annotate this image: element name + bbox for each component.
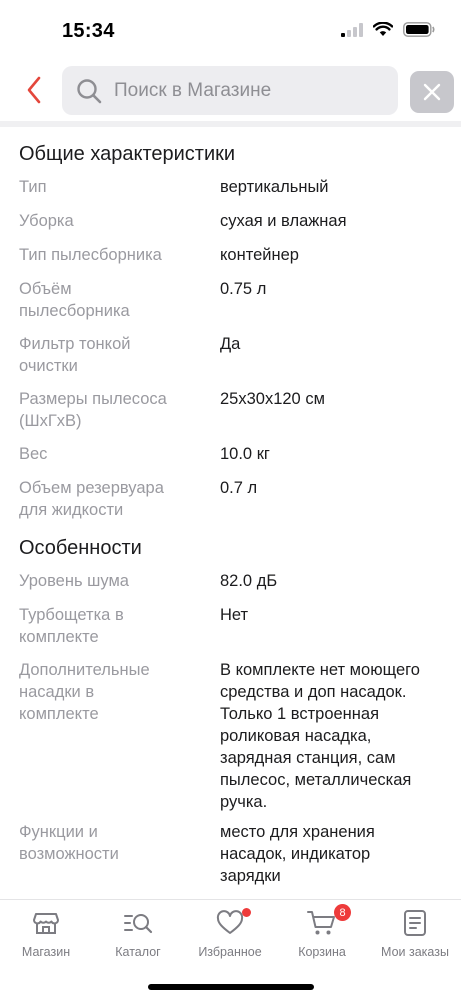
store-icon (31, 908, 61, 938)
heart-icon (215, 908, 251, 938)
spec-value: 0.7 л (220, 479, 258, 497)
tab-label: Корзина (298, 945, 346, 959)
spec-value: вертикальный (220, 178, 329, 196)
spec-label: Вес (19, 445, 48, 463)
spec-label: Объем резервуара для жидкости (19, 479, 164, 519)
tab-label: Избранное (198, 945, 262, 959)
search-placeholder: Поиск в Магазине (114, 79, 272, 101)
home-indicator (148, 984, 314, 990)
spec-label: Уровень шума (19, 572, 129, 590)
tab-catalog[interactable]: Каталог (92, 908, 184, 968)
search-header: Поиск в Магазине (0, 62, 461, 120)
status-time: 15:34 (62, 20, 115, 42)
spec-label: Дополнительные насадки в комплекте (19, 661, 150, 723)
wifi-icon (373, 22, 393, 36)
spec-label: Тип пылесборника (19, 246, 162, 264)
search-icon (77, 78, 102, 103)
section-title-general: Общие характеристики (19, 143, 236, 165)
spec-value: Да (220, 335, 241, 353)
spec-label: Объём пылесборника (19, 280, 130, 320)
spec-value: контейнер (220, 246, 299, 264)
catalog-search-icon (123, 908, 153, 938)
status-bar: 15:34 (0, 0, 461, 60)
cellular-signal-icon (341, 22, 363, 37)
spec-label: Турбощетка в комплекте (19, 606, 124, 646)
orders-icon (400, 908, 430, 938)
spec-value: 0.75 л (220, 280, 267, 298)
spec-label: Размеры пылесоса (ШхГхВ) (19, 390, 167, 430)
spec-label: Фильтр тонкой очистки (19, 335, 131, 375)
tab-label: Мои заказы (381, 945, 449, 959)
cart-badge: 8 (334, 904, 351, 921)
spec-value: Нет (220, 606, 249, 624)
tab-label: Магазин (21, 945, 71, 959)
tab-label: Каталог (115, 945, 161, 959)
chevron-left-icon (27, 76, 41, 104)
battery-icon (403, 22, 435, 37)
spec-label: Функции и возможности (19, 823, 119, 863)
search-input[interactable]: Поиск в Магазине (62, 66, 398, 115)
close-icon (423, 83, 441, 101)
spec-label: Уборка (19, 212, 74, 230)
clear-search-button[interactable] (410, 71, 454, 113)
cart-icon: 8 (307, 904, 351, 938)
specs-content: Общие характеристики Тип вертикальный Уб… (0, 127, 461, 899)
spec-value: В комплекте нет моющего средства и доп н… (220, 661, 420, 811)
spec-value: 82.0 дБ (220, 572, 278, 590)
spec-value: 25х30х120 см (220, 390, 325, 408)
back-button[interactable] (20, 74, 48, 106)
status-icons (341, 22, 435, 37)
tab-orders[interactable]: Мои заказы (369, 908, 461, 968)
tab-favorites[interactable]: Избранное (184, 908, 276, 968)
spec-value: сухая и влажная (220, 212, 347, 230)
spec-label: Тип (19, 178, 47, 196)
spec-value: 10.0 кг (220, 445, 270, 463)
favorites-badge-dot (242, 908, 251, 917)
tab-store[interactable]: Магазин (0, 908, 92, 968)
spec-value: место для хранения насадок, индикатор за… (220, 823, 375, 885)
section-title-features: Особенности (19, 537, 142, 559)
tab-cart[interactable]: 8 Корзина (276, 904, 368, 968)
